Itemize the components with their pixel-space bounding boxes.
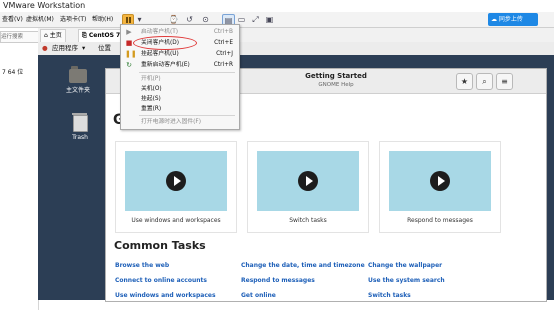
window-title-bar: VMware Workstation (0, 0, 554, 12)
task-link[interactable]: Connect to online accounts (115, 277, 207, 284)
shortcut-label: Ctrl+J (216, 51, 233, 57)
home-folder-shortcut[interactable]: 主文件夹 (58, 66, 98, 94)
search-icon[interactable]: ⌕ (476, 73, 493, 90)
stop-icon: ■ (125, 39, 133, 47)
app-title: VMware Workstation (3, 1, 86, 10)
task-link[interactable]: Browse the web (115, 262, 169, 269)
chevron-down-icon: ▾ (82, 44, 86, 52)
menu-item-restart-guest[interactable]: 重新启动客户机(E) (141, 60, 190, 70)
fullscreen-icon[interactable]: ⤢ (250, 14, 261, 25)
tab-home-label: 主页 (49, 32, 62, 39)
menu-item-power-off[interactable]: 关机(O) (141, 84, 162, 94)
play-icon[interactable] (298, 171, 318, 191)
cloud-upload-label: 同步上传 (498, 16, 523, 23)
video-caption: Use windows and workspaces (131, 217, 221, 224)
trash-shortcut[interactable]: Trash (60, 113, 100, 141)
home-folder-label: 主文件夹 (65, 87, 90, 94)
video-thumbnail (257, 151, 359, 211)
play-icon[interactable] (430, 171, 450, 191)
trash-icon (71, 113, 88, 132)
task-link[interactable]: Switch tasks (368, 292, 411, 299)
folder-icon (69, 66, 87, 83)
video-card[interactable]: Switch tasks (247, 141, 369, 233)
help-subtitle: GNOME Help (318, 82, 354, 88)
task-link[interactable]: Use the system search (368, 277, 445, 284)
menu-item-power-on[interactable]: 开机(P) (141, 74, 161, 84)
power-context-menu: ▶ 启动客户机(T) Ctrl+B ■ 关闭客户机(D) Ctrl+E ❚❚ 挂… (120, 24, 240, 130)
cloud-icon: ☁ (491, 16, 497, 23)
shortcut-label: Ctrl+R (213, 62, 233, 68)
play-icon: ▶ (126, 28, 132, 36)
cloud-upload-button[interactable]: ☁ 同步上传 (488, 13, 538, 26)
task-link[interactable]: Use windows and workspaces (115, 292, 216, 299)
menu-vm[interactable]: 虚拟机(M) (26, 12, 54, 27)
pause-icon: ❚❚ (125, 50, 137, 58)
apps-icon: ● (42, 44, 48, 52)
menu-separator (139, 72, 235, 73)
video-card[interactable]: Respond to messages (379, 141, 501, 233)
task-link[interactable]: Change the date, time and timezone (241, 262, 365, 269)
menu-item-power-on-to-firmware[interactable]: 打开电源时进入固件(F) (141, 117, 201, 127)
vm-list-item[interactable]: 7 64 位 (2, 67, 23, 76)
gnome-top-bar: ● 应用程序 ▾ 位置 (38, 42, 554, 56)
tab-home[interactable]: ⌂ 主页 (40, 29, 66, 42)
vm-list-label: 7 64 位 (2, 69, 24, 76)
video-thumbnail (389, 151, 491, 211)
menu-item-suspend-guest[interactable]: 挂起客户机(U) (141, 49, 179, 59)
help-title: Getting Started (305, 72, 367, 80)
task-link[interactable]: Get online (241, 292, 276, 299)
home-icon: ⌂ (44, 32, 48, 39)
applications-menu[interactable]: 应用程序 (52, 42, 78, 55)
menu-separator (139, 115, 235, 116)
menu-item-suspend[interactable]: 挂起(S) (141, 94, 161, 104)
menu-icon[interactable]: ≡ (496, 73, 513, 90)
tab-bar: ⌂ 主页 ⎘ CentOS 7 64 (38, 28, 554, 43)
video-caption: Switch tasks (289, 217, 327, 224)
menu-view[interactable]: 查看(V) (2, 12, 23, 27)
video-caption: Respond to messages (407, 217, 473, 224)
trash-label: Trash (72, 134, 88, 141)
menu-help[interactable]: 帮助(H) (92, 12, 113, 27)
menu-item-reset[interactable]: 重置(R) (141, 104, 161, 114)
video-thumbnail (125, 151, 227, 211)
task-link[interactable]: Respond to messages (241, 277, 315, 284)
play-icon[interactable] (166, 171, 186, 191)
library-sidebar: 运行搜索 7 64 位 (0, 28, 39, 310)
shortcut-label: Ctrl+B (213, 29, 233, 35)
places-menu[interactable]: 位置 (98, 42, 111, 55)
video-card[interactable]: Use windows and workspaces (115, 141, 237, 233)
menu-tabs[interactable]: 选项卡(T) (60, 12, 86, 27)
restart-icon: ↻ (126, 61, 132, 69)
vm-icon: ⎘ (82, 32, 87, 39)
library-search-text: 运行搜索 (1, 34, 24, 40)
unity-icon[interactable]: ▣ (264, 14, 275, 25)
common-tasks-heading: Common Tasks (114, 239, 206, 252)
shortcut-label: Ctrl+E (214, 40, 233, 46)
task-link[interactable]: Change the wallpaper (368, 262, 442, 269)
bookmark-icon[interactable]: ★ (456, 73, 473, 90)
menu-bar: 查看(V) 虚拟机(M) 选项卡(T) 帮助(H) ▾ ⌚ ↺ ⊙ ▤ ▭ ⤢ … (0, 12, 554, 28)
library-search-input[interactable]: 运行搜索 (0, 31, 39, 43)
highlight-circle (133, 36, 197, 50)
